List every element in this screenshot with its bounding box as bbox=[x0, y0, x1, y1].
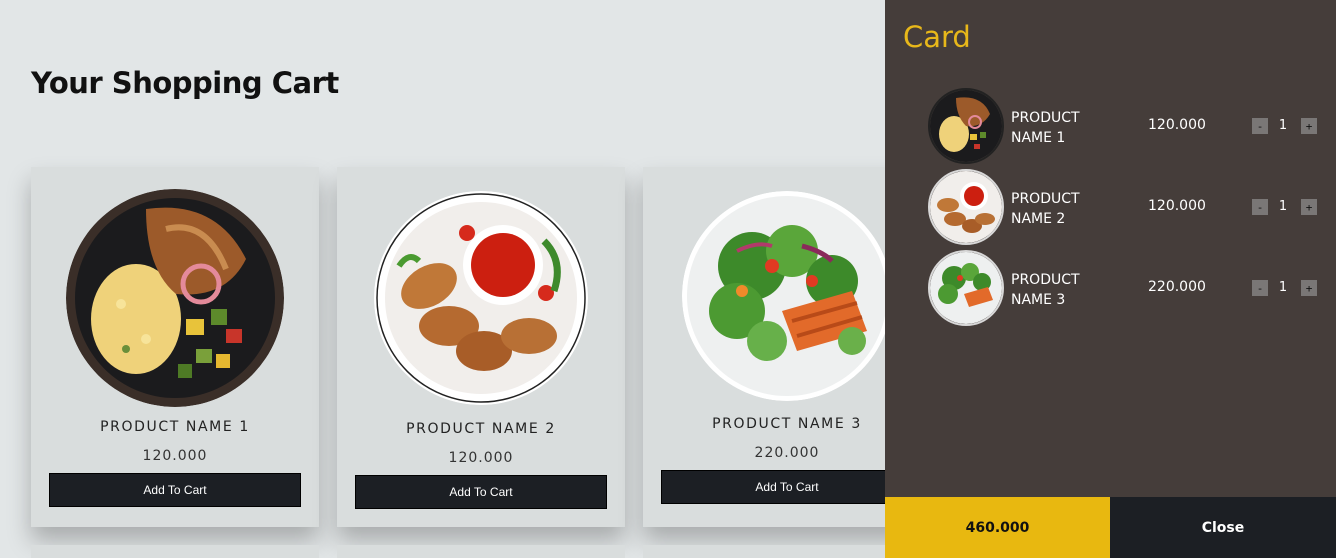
cart-item-price: 120.000 bbox=[1148, 198, 1206, 214]
product-card-partial bbox=[337, 545, 625, 558]
increase-quantity-button[interactable]: + bbox=[1301, 199, 1317, 215]
product-price: 120.000 bbox=[448, 450, 514, 466]
decrease-quantity-button[interactable]: - bbox=[1252, 118, 1268, 134]
cart-item-2: PRODUCT NAME 2 120.000 - 1 + bbox=[928, 169, 1318, 247]
product-image-2 bbox=[374, 191, 588, 405]
cart-item-price: 120.000 bbox=[1148, 117, 1206, 133]
cart-item-name: PRODUCT NAME 2 bbox=[1011, 191, 1080, 227]
product-card-partial bbox=[31, 545, 319, 558]
cart-title: Card bbox=[903, 20, 971, 54]
decrease-quantity-button[interactable]: - bbox=[1252, 199, 1268, 215]
product-name: PRODUCT NAME 2 bbox=[406, 421, 556, 437]
cart-item-name: PRODUCT NAME 3 bbox=[1011, 272, 1080, 308]
decrease-quantity-button[interactable]: - bbox=[1252, 280, 1268, 296]
cart-total: 460.000 bbox=[885, 497, 1110, 558]
add-to-cart-button-2[interactable]: Add To Cart bbox=[355, 475, 607, 509]
product-image-1 bbox=[66, 189, 284, 407]
product-name: PRODUCT NAME 1 bbox=[100, 419, 250, 435]
page-title: Your Shopping Cart bbox=[31, 66, 339, 100]
product-price: 120.000 bbox=[142, 448, 208, 464]
cart-item-thumbnail bbox=[928, 169, 1004, 245]
cart-item-price: 220.000 bbox=[1148, 279, 1206, 295]
cart-item-quantity: 1 bbox=[1278, 199, 1288, 214]
cart-panel: Card PRODUCT NAME 1 120.000 - 1 + PRODUC… bbox=[885, 0, 1336, 558]
cart-item-1: PRODUCT NAME 1 120.000 - 1 + bbox=[928, 88, 1318, 166]
cart-item-quantity: 1 bbox=[1278, 118, 1288, 133]
cart-item-quantity: 1 bbox=[1278, 280, 1288, 295]
increase-quantity-button[interactable]: + bbox=[1301, 118, 1317, 134]
cart-item-thumbnail bbox=[928, 250, 1004, 326]
product-card-1: PRODUCT NAME 1 120.000 Add To Cart bbox=[31, 167, 319, 527]
add-to-cart-button-1[interactable]: Add To Cart bbox=[49, 473, 301, 507]
add-to-cart-button-3[interactable]: Add To Cart bbox=[661, 470, 913, 504]
cart-item-name: PRODUCT NAME 1 bbox=[1011, 110, 1080, 146]
product-image-3 bbox=[682, 191, 892, 401]
cart-item-thumbnail bbox=[928, 88, 1004, 164]
cart-item-3: PRODUCT NAME 3 220.000 - 1 + bbox=[928, 250, 1318, 328]
close-cart-button[interactable]: Close bbox=[1110, 497, 1336, 558]
product-card-2: PRODUCT NAME 2 120.000 Add To Cart bbox=[337, 167, 625, 527]
increase-quantity-button[interactable]: + bbox=[1301, 280, 1317, 296]
